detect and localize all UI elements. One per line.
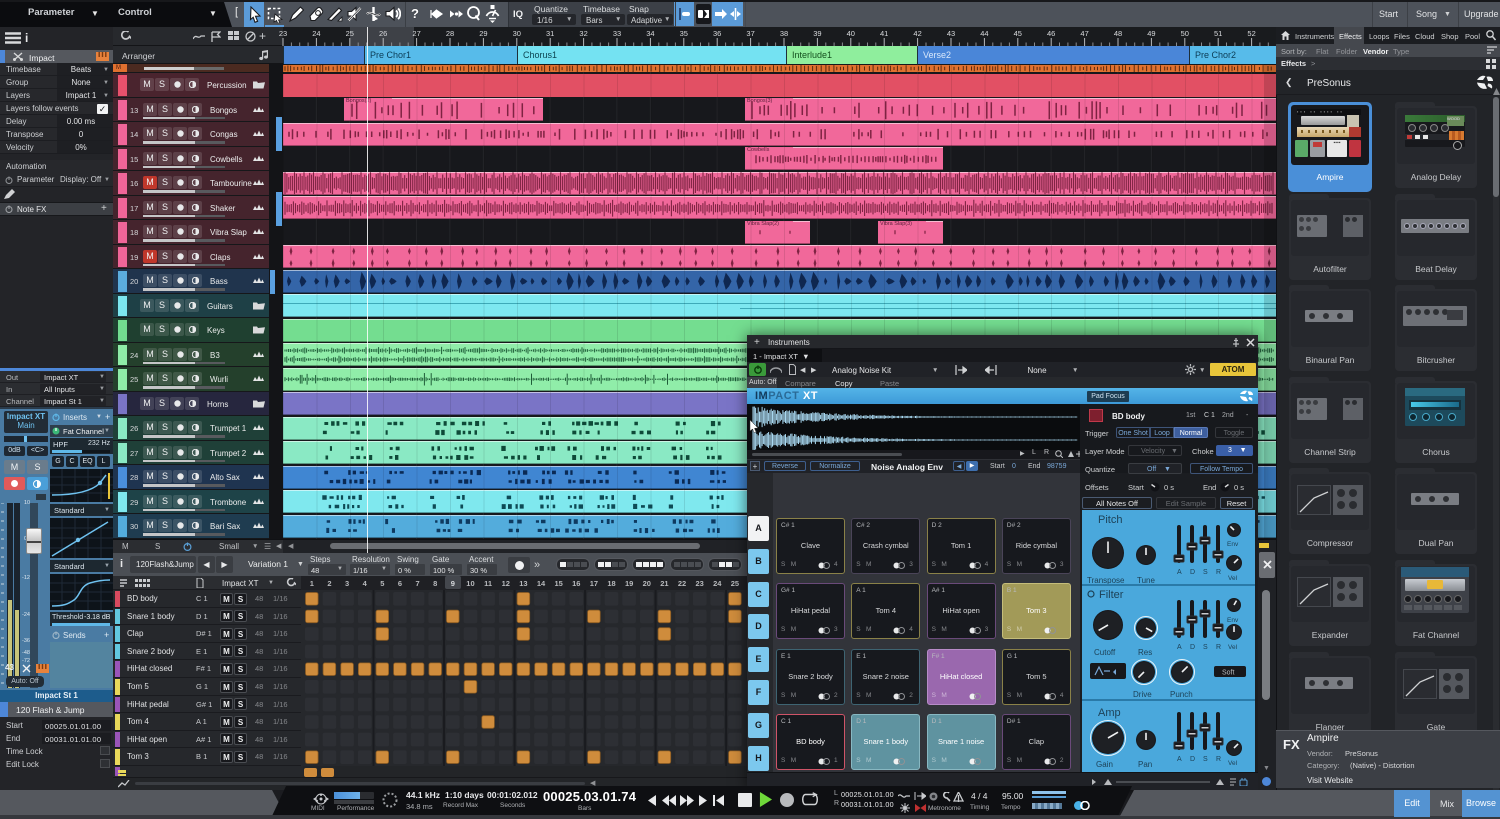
svg-text:Soft: Soft [1222,670,1235,677]
svg-text:R: R [1216,569,1221,576]
svg-text:Filter: Filter [1099,589,1124,601]
svg-text:Cutoff: Cutoff [1094,648,1116,657]
svg-text:Pitch: Pitch [1098,514,1122,526]
svg-text:Vel: Vel [1228,575,1238,582]
svg-text:Vel: Vel [1228,760,1238,767]
svg-text:Gain: Gain [1096,760,1113,769]
svg-text:A: A [1177,756,1182,763]
svg-text:Pan: Pan [1138,760,1152,769]
svg-text:Env: Env [1227,617,1239,624]
svg-text:Vel: Vel [1228,644,1238,651]
svg-text:Env: Env [1227,541,1239,548]
svg-text:S: S [1203,569,1208,576]
svg-text:D: D [1190,756,1195,763]
svg-text:R: R [1216,644,1221,651]
svg-text:R: R [1216,756,1221,763]
svg-text:Res: Res [1138,648,1152,657]
svg-text:Drive: Drive [1133,690,1152,699]
svg-text:Amp: Amp [1098,707,1121,719]
svg-text:D: D [1190,569,1195,576]
svg-text:D: D [1190,644,1195,651]
svg-text:A: A [1177,644,1182,651]
svg-text:Punch: Punch [1170,690,1193,699]
svg-text:S: S [1203,644,1208,651]
svg-text:A: A [1177,569,1182,576]
svg-text:S: S [1203,756,1208,763]
